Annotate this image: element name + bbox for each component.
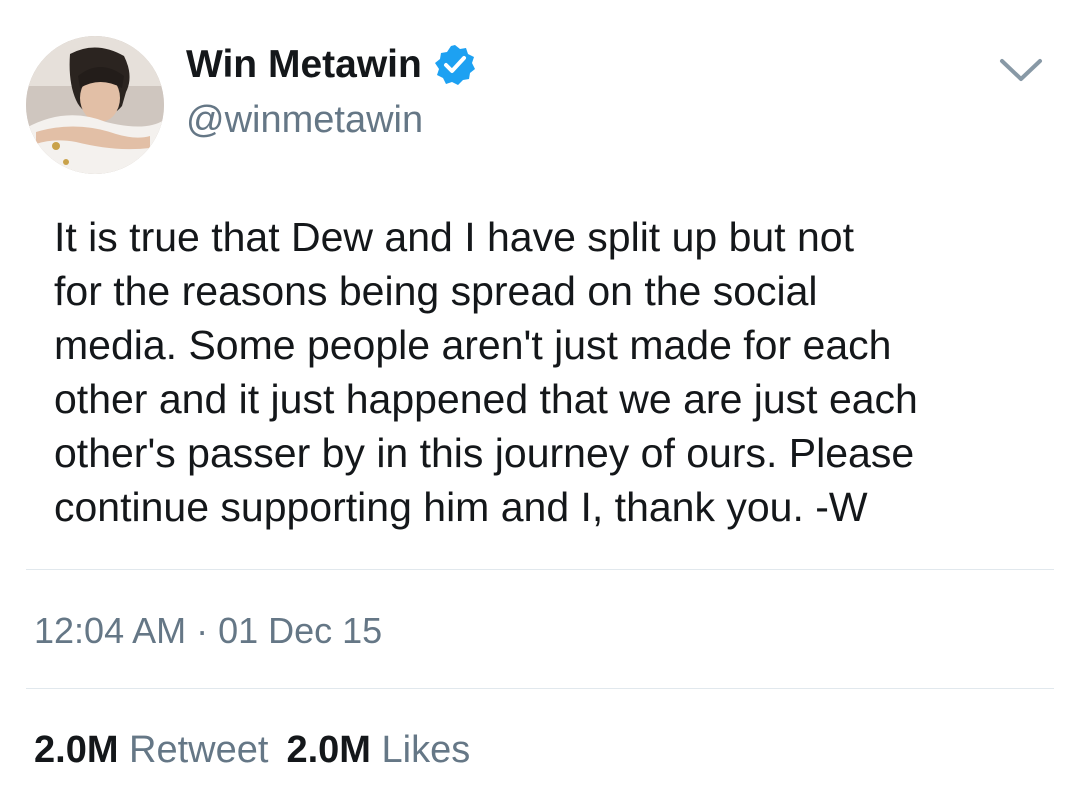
chevron-down-icon[interactable] xyxy=(998,56,1044,84)
divider xyxy=(26,569,1054,570)
tweet-timestamp[interactable]: 12:04 AM · 01 Dec 15 xyxy=(34,610,382,652)
retweets-stat[interactable]: 2.0M Retweet xyxy=(34,729,268,771)
author-display-name[interactable]: Win Metawin xyxy=(186,42,422,88)
tweet-card: Win Metawin @winmetawin It is true that … xyxy=(0,0,1080,804)
avatar[interactable] xyxy=(26,36,164,174)
likes-label: Likes xyxy=(381,729,471,771)
likes-stat[interactable]: 2.0M Likes xyxy=(286,729,470,771)
avatar-photo xyxy=(26,36,164,174)
likes-count: 2.0M xyxy=(286,729,371,771)
verified-badge-icon xyxy=(435,45,475,85)
tweet-stats: 2.0M Retweet 2.0M Likes xyxy=(34,728,470,772)
retweets-count: 2.0M xyxy=(34,729,119,771)
tweet-text: It is true that Dew and I have split up … xyxy=(54,214,918,530)
author-handle[interactable]: @winmetawin xyxy=(186,98,423,142)
divider xyxy=(26,688,1054,689)
retweets-label: Retweet xyxy=(129,729,269,771)
